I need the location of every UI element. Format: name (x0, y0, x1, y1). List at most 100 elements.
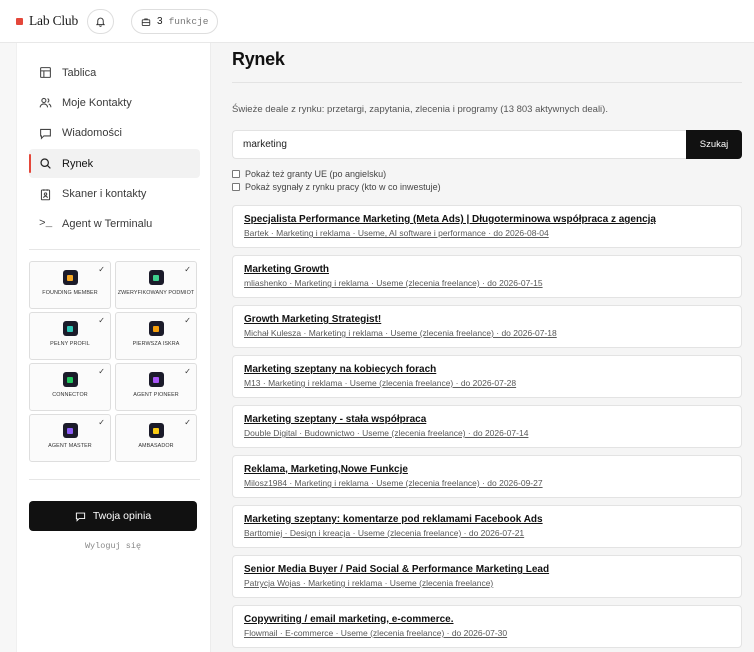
listing-title[interactable]: Marketing szeptany: komentarze pod rekla… (244, 513, 730, 526)
badge-founding-member[interactable]: ✓ FOUNDING MEMBER (29, 261, 111, 309)
title-divider (232, 82, 742, 83)
check-icon: ✓ (98, 265, 105, 274)
badge-grid: ✓ FOUNDING MEMBER ✓ ZWERYFIKOWANY PODMIO… (29, 261, 197, 462)
job-signals-checkbox[interactable] (232, 183, 240, 191)
sidebar-item-tablica[interactable]: Tablica (29, 58, 200, 87)
check-icon: ✓ (184, 316, 191, 325)
search-icon (40, 158, 51, 169)
listing-title[interactable]: Reklama, Marketing,Nowe Funkcje (244, 463, 730, 476)
connector-icon (62, 372, 78, 387)
badge-label: FOUNDING MEMBER (42, 290, 98, 296)
listing-meta[interactable]: Flowmail · E-commerce · Useme (zlecenia … (244, 627, 730, 639)
features-label: funkcje (168, 16, 209, 27)
listing-title[interactable]: Specjalista Performance Marketing (Meta … (244, 213, 730, 226)
listing-meta[interactable]: Milosz1984 · Marketing i reklama · Useme… (244, 477, 730, 489)
badge-color-swatch (153, 427, 159, 434)
sidebar-nav: Tablica Moje Kontakty Wiadomości Rynek S… (29, 58, 200, 240)
brand-logo[interactable]: Lab Club (16, 13, 78, 29)
brand-name: Lab Club (29, 13, 79, 28)
badge-agent-pioneer[interactable]: ✓ AGENT PIONEER (115, 363, 197, 411)
listing-meta[interactable]: Bartek · Marketing i reklama · Useme, AI… (244, 227, 730, 239)
feedback-label: Twoja opinia (92, 510, 152, 522)
listing-title[interactable]: Copywriting / email marketing, e-commerc… (244, 613, 730, 626)
listing-card[interactable]: Marketing szeptany: komentarze pod rekla… (232, 505, 742, 548)
badge-label: ZWERYFIKOWANY PODMIOT (117, 290, 195, 296)
main-content: Rynek Świeże deale z rynku: przetargi, z… (211, 43, 754, 652)
briefcase-icon (141, 17, 151, 26)
brand-mark-icon (16, 17, 23, 25)
sidebar-item-label: Wiadomości (62, 127, 122, 140)
shield-icon (148, 270, 164, 285)
ambassador-icon (148, 423, 164, 438)
listing-title[interactable]: Senior Media Buyer / Paid Social & Perfo… (244, 563, 730, 576)
sidebar-item-kontakty[interactable]: Moje Kontakty (29, 88, 200, 117)
listing-title[interactable]: Marketing Growth (244, 263, 730, 276)
badge-agent-master[interactable]: ✓ AGENT MASTER (29, 414, 111, 462)
badge-full-profile[interactable]: ✓ PEŁNY PROFIL (29, 312, 111, 360)
sidebar-item-label: Rynek (62, 157, 94, 170)
features-count: 3 (157, 16, 163, 27)
sidebar-item-rynek[interactable]: Rynek (29, 149, 200, 179)
badge-color-swatch (67, 427, 73, 434)
sidebar-item-wiadomosci[interactable]: Wiadomości (29, 119, 200, 148)
listing-meta[interactable]: Patrycja Wojas · Marketing i reklama · U… (244, 577, 730, 589)
page-title: Rynek (232, 49, 285, 69)
search-bar: Szukaj (232, 130, 742, 159)
sidebar-divider (29, 479, 200, 480)
check-icon: ✓ (98, 316, 105, 325)
eu-grants-checkbox[interactable] (232, 170, 240, 178)
listing-card[interactable]: Growth Marketing Strategist! Michał Kule… (232, 305, 742, 348)
message-icon (75, 512, 85, 522)
badge-label: PEŁNY PROFIL (50, 341, 90, 347)
listing-meta[interactable]: Double Digital · Budownictwo · Useme (zl… (244, 427, 730, 439)
pioneer-icon (148, 372, 164, 387)
eu-grants-option[interactable]: Pokaż też granty UE (po angielsku) (232, 169, 386, 179)
option-label: Pokaż też granty UE (po angielsku) (245, 169, 387, 179)
listing-card[interactable]: Marketing szeptany - stała współpraca Do… (232, 405, 742, 448)
sidebar-item-agent[interactable]: >_ Agent w Terminalu (29, 210, 200, 239)
badge-label: AGENT MASTER (48, 443, 92, 449)
listing-meta[interactable]: mliashenko · Marketing i reklama · Useme… (244, 277, 730, 289)
listing-card[interactable]: Senior Media Buyer / Paid Social & Perfo… (232, 555, 742, 598)
search-button[interactable]: Szukaj (686, 130, 742, 159)
founding-badge-icon (62, 270, 78, 285)
badge-ambassador[interactable]: ✓ AMBASADOR (115, 414, 197, 462)
search-input[interactable] (232, 130, 686, 159)
page-gutter (0, 43, 16, 652)
listing-card[interactable]: Marketing szeptany na kobiecych forach M… (232, 355, 742, 398)
sidebar-item-skaner[interactable]: Skaner i kontakty (29, 180, 200, 209)
sidebar-item-label: Moje Kontakty (62, 96, 132, 109)
bell-icon (95, 17, 106, 27)
listing-meta[interactable]: Barttomiej · Design i kreacja · Useme (z… (244, 527, 730, 539)
sidebar-item-label: Skaner i kontakty (62, 188, 147, 201)
notifications-button[interactable] (87, 9, 114, 34)
scanner-icon (40, 188, 51, 200)
logout-link[interactable]: Wyloguj się (29, 541, 197, 551)
badge-connector[interactable]: ✓ CONNECTOR (29, 363, 111, 411)
option-label: Pokaż sygnały z rynku pracy (kto w co in… (245, 182, 441, 192)
listing-card[interactable]: Copywriting / email marketing, e-commerc… (232, 605, 742, 648)
check-icon: ✓ (184, 367, 191, 376)
sidebar-item-label: Tablica (62, 66, 97, 79)
listing-meta[interactable]: M13 · Marketing i reklama · Useme (zlece… (244, 377, 730, 389)
badge-verified-entity[interactable]: ✓ ZWERYFIKOWANY PODMIOT (115, 261, 197, 309)
badge-label: AGENT PIONEER (133, 392, 179, 398)
badge-color-swatch (153, 325, 159, 332)
check-icon: ✓ (184, 418, 191, 427)
sidebar-item-label: Agent w Terminalu (62, 218, 153, 231)
listing-card[interactable]: Reklama, Marketing,Nowe Funkcje Milosz19… (232, 455, 742, 498)
listing-title[interactable]: Growth Marketing Strategist! (244, 313, 730, 326)
sidebar: Tablica Moje Kontakty Wiadomości Rynek S… (16, 43, 211, 652)
features-button[interactable]: 3 funkcje (131, 9, 219, 34)
badge-first-spark[interactable]: ✓ PIERWSZA ISKRA (115, 312, 197, 360)
job-signals-option[interactable]: Pokaż sygnały z rynku pracy (kto w co in… (232, 182, 441, 192)
listing-title[interactable]: Marketing szeptany na kobiecych forach (244, 363, 730, 376)
listing-title[interactable]: Marketing szeptany - stała współpraca (244, 413, 730, 426)
listing-meta[interactable]: Michał Kulesza · Marketing i reklama · U… (244, 327, 730, 339)
feedback-button[interactable]: Twoja opinia (29, 501, 197, 531)
badge-label: PIERWSZA ISKRA (132, 341, 180, 347)
badge-color-swatch (153, 376, 159, 383)
badge-color-swatch (153, 274, 159, 281)
listing-card[interactable]: Specjalista Performance Marketing (Meta … (232, 205, 742, 248)
listing-card[interactable]: Marketing Growth mliashenko · Marketing … (232, 255, 742, 298)
